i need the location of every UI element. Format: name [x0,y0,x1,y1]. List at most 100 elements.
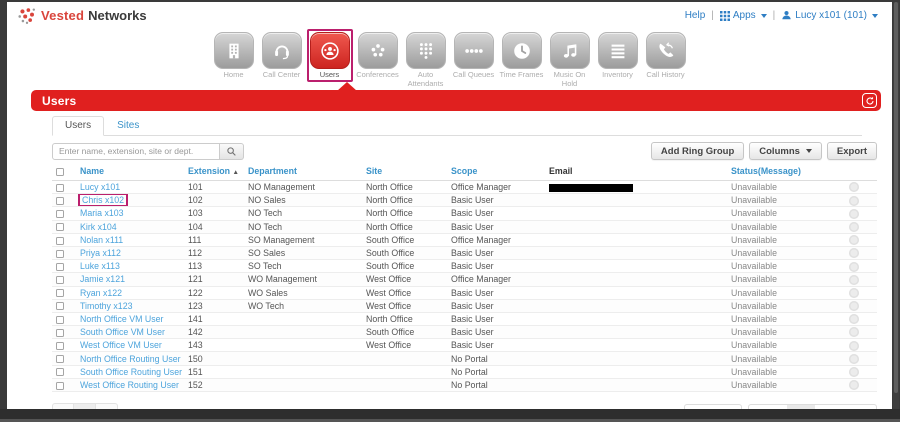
refresh-icon [865,96,875,106]
user-name-link[interactable]: Jamie x121 [80,274,125,284]
row-checkbox[interactable] [56,302,64,310]
user-name-link[interactable]: West Office VM User [80,340,162,350]
row-checkbox[interactable] [56,289,64,297]
cell-status: Unavailable [727,260,845,273]
search-button[interactable] [220,143,244,160]
cell-department: SO Tech [244,260,362,273]
conference-dots-icon [358,32,398,69]
user-name-link[interactable]: North Office Routing User [80,354,181,364]
nav-item-inventory[interactable]: Inventory [595,32,641,80]
cell-site: West Office [362,299,447,312]
row-checkbox[interactable] [56,263,64,271]
row-checkbox[interactable] [56,342,64,350]
columns-button[interactable]: Columns [749,142,822,160]
nav-item-music-on-hold[interactable]: Music On Hold [547,32,593,88]
cell-status: Unavailable [727,378,845,391]
cell-department: NO Sales [244,194,362,207]
user-name-link[interactable]: Priya x112 [80,248,121,258]
cell-actions [845,378,877,391]
column-header-extension[interactable]: Extension ▲ [184,163,244,181]
user-name-link[interactable]: Maria x103 [80,208,124,218]
cell-name: West Office VM User [76,339,184,352]
user-name-link[interactable]: Luke x113 [80,261,120,271]
user-name-link[interactable]: South Office Routing User [80,367,182,377]
phone-history-icon [646,32,686,69]
cell-site: South Office [362,326,447,339]
user-name-link[interactable]: Timothy x123 [80,301,132,311]
column-header-department[interactable]: Department [244,163,362,181]
add-ring-group-button[interactable]: Add Ring Group [651,142,744,160]
nav-item-auto-attendants[interactable]: Auto Attendants [403,32,449,88]
row-checkbox[interactable] [56,276,64,284]
column-header-scope[interactable]: Scope [447,163,545,181]
user-name-link[interactable]: Nolan x111 [80,235,123,245]
nav-item-conferences[interactable]: Conferences [355,32,401,80]
user-name-link[interactable]: Kirk x104 [80,222,117,232]
search-input[interactable] [52,143,220,160]
cell-actions [845,194,877,207]
row-checkbox[interactable] [56,382,64,390]
cell-scope: Office Manager [447,233,545,246]
cell-status: Unavailable [727,246,845,259]
table-row: Nolan x111 111 SO Management South Offic… [52,233,877,246]
refresh-button[interactable] [862,93,877,108]
row-action-icon [849,222,859,232]
nav-item-call-center[interactable]: Call Center [259,32,305,80]
row-checkbox[interactable] [56,237,64,245]
cell-status: Unavailable [727,352,845,365]
select-all-checkbox[interactable] [56,168,64,176]
vertical-scrollbar[interactable] [893,2,899,409]
table-row: Lucy x101 101 NO Management North Office… [52,181,877,194]
row-checkbox[interactable] [56,197,64,205]
user-name-link[interactable]: South Office VM User [80,327,165,337]
help-link[interactable]: Help [685,10,706,21]
cell-extension: 151 [184,365,244,378]
column-header-site[interactable]: Site [362,163,447,181]
chevron-down-icon [872,14,878,18]
column-header-name[interactable]: Name [76,163,184,181]
column-header-status[interactable]: Status(Message) [727,163,845,181]
nav-item-call-queues[interactable]: Call Queues [451,32,497,80]
user-menu[interactable]: Lucy x101 (101) [781,10,878,21]
page-title: Users [42,94,76,108]
user-name-link[interactable]: Ryan x122 [80,288,122,298]
export-button[interactable]: Export [827,142,877,160]
row-checkbox[interactable] [56,316,64,324]
user-name-link[interactable]: Chris x102 [78,194,128,207]
cell-status: Unavailable [727,312,845,325]
nav-item-call-history[interactable]: Call History [643,32,689,80]
tab-bar: Users Sites [52,115,862,136]
cell-extension: 150 [184,352,244,365]
nav-item-users[interactable]: Users [307,32,353,82]
row-checkbox[interactable] [56,355,64,363]
row-checkbox[interactable] [56,184,64,192]
tab-users[interactable]: Users [52,116,104,136]
cell-site: South Office [362,233,447,246]
user-name-link[interactable]: Lucy x101 [80,182,120,192]
row-action-icon [849,327,859,337]
table-row: South Office VM User 142 South Office Ba… [52,326,877,339]
cell-email [545,273,727,286]
tab-sites[interactable]: Sites [104,116,152,136]
cell-site: North Office [362,194,447,207]
nav-item-home[interactable]: Home [211,32,257,80]
apps-menu[interactable]: Apps [720,10,767,21]
scrollbar-thumb[interactable] [894,2,898,393]
cell-checkbox [52,260,76,273]
nav-item-time-frames[interactable]: Time Frames [499,32,545,80]
row-checkbox[interactable] [56,210,64,218]
cell-extension: 101 [184,181,244,194]
user-name-link[interactable]: North Office VM User [80,314,163,324]
user-name-link[interactable]: West Office Routing User [80,380,179,390]
row-checkbox[interactable] [56,223,64,231]
cell-email [545,260,727,273]
cell-scope: Basic User [447,194,545,207]
row-checkbox[interactable] [56,329,64,337]
cell-site: West Office [362,339,447,352]
row-checkbox[interactable] [56,368,64,376]
row-checkbox[interactable] [56,250,64,258]
cell-email [545,312,727,325]
cell-department: NO Tech [244,207,362,220]
table-row: Jamie x121 121 WO Management West Office… [52,273,877,286]
cell-checkbox [52,220,76,233]
